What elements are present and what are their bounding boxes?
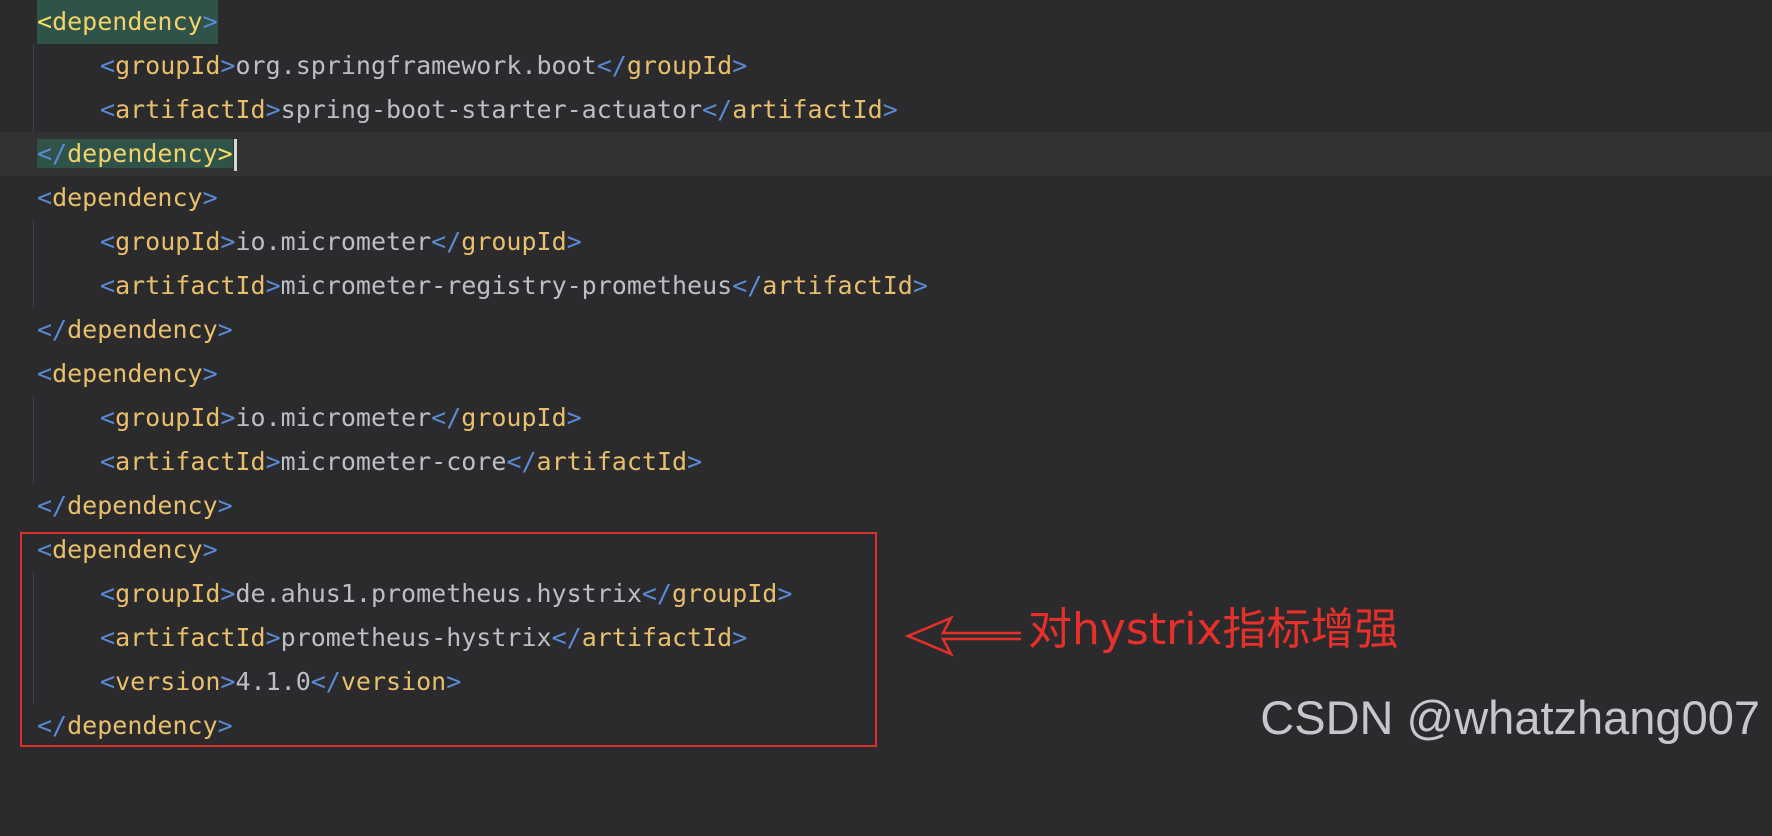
text-caret xyxy=(233,139,237,171)
csdn-watermark: CSDN @whatzhang007 xyxy=(1260,691,1760,744)
xml-open-tag: <dependency> xyxy=(37,183,218,212)
code-line[interactable]: <groupId>io.micrometer</groupId> xyxy=(0,396,1772,440)
current-code-line[interactable]: </dependency> xyxy=(0,132,1772,176)
code-line[interactable]: </dependency> xyxy=(0,484,1772,528)
xml-element: <artifactId>spring-boot-starter-actuator… xyxy=(100,95,898,124)
code-line[interactable]: <artifactId>micrometer-core</artifactId> xyxy=(0,440,1772,484)
xml-element: <groupId>io.micrometer</groupId> xyxy=(100,403,582,432)
code-line[interactable]: </dependency> xyxy=(0,308,1772,352)
xml-open-tag: <dependency> xyxy=(37,359,218,388)
code-line[interactable]: <dependency> xyxy=(0,0,1772,44)
xml-close-tag: </dependency> xyxy=(37,315,233,344)
annotation-label: 对hystrix指标增强 xyxy=(1028,604,1399,655)
xml-open-tag: <dependency> xyxy=(37,0,218,44)
xml-element: <groupId>io.micrometer</groupId> xyxy=(100,227,582,256)
arrow-left-icon xyxy=(905,615,1021,657)
xml-close-tag: </dependency> xyxy=(37,132,237,176)
xml-element: <groupId>org.springframework.boot</group… xyxy=(100,51,748,80)
code-line[interactable]: <groupId>org.springframework.boot</group… xyxy=(0,44,1772,88)
code-line[interactable]: <dependency> xyxy=(0,176,1772,220)
annotation-highlight-box xyxy=(20,532,877,747)
code-line[interactable]: <artifactId>spring-boot-starter-actuator… xyxy=(0,88,1772,132)
code-line[interactable]: <dependency> xyxy=(0,352,1772,396)
xml-element: <artifactId>micrometer-core</artifactId> xyxy=(100,447,703,476)
xml-close-tag: </dependency> xyxy=(37,491,233,520)
code-line[interactable]: <groupId>io.micrometer</groupId> xyxy=(0,220,1772,264)
code-line[interactable]: <artifactId>micrometer-registry-promethe… xyxy=(0,264,1772,308)
xml-element: <artifactId>micrometer-registry-promethe… xyxy=(100,271,928,300)
